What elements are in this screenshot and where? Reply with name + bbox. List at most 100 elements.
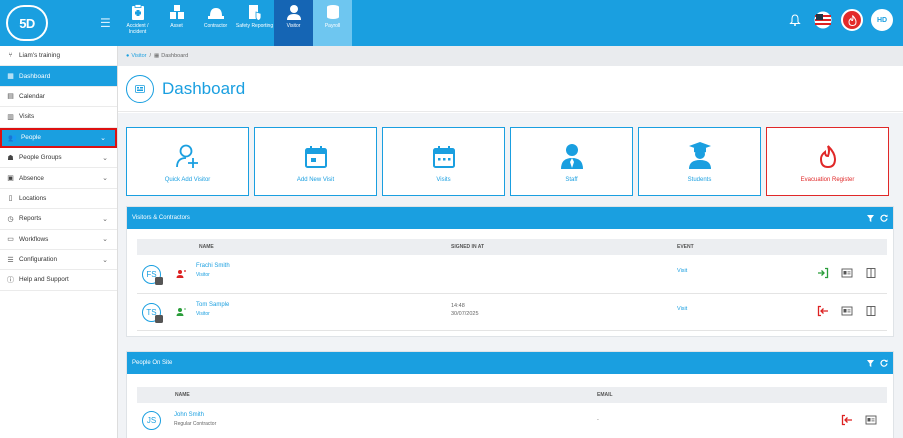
refresh-icon[interactable] [880,359,888,367]
sidebar-item-label: People [21,134,41,142]
people-icon: 👥 [8,134,17,142]
sidebar-item-people-groups[interactable]: ☗ People Groups ⌄ [0,148,117,169]
chevron-down-icon: ⌄ [100,134,106,142]
notification-bell-icon[interactable] [785,10,805,30]
chevron-down-icon: ⌄ [102,256,108,264]
module-visitor[interactable]: Visitor [274,0,313,46]
details-panel-icon[interactable] [865,267,877,279]
us-flag-icon[interactable] [813,10,833,30]
filter-icon[interactable] [867,214,874,222]
sidebar-item-calendar[interactable]: ▤ Calendar [0,87,117,108]
visitors-contractors-panel: Visitors & Contractors NAME SIGNED IN AT… [126,206,894,337]
sidebar-item-locations[interactable]: ▯ Locations [0,189,117,210]
tile-quick-add-visitor[interactable]: Quick Add Visitor [126,127,249,196]
sidebar-item-visits[interactable]: ▥ Visits [0,107,117,128]
event-link[interactable]: Visit [677,306,687,312]
sign-in-icon[interactable] [817,267,829,279]
module-asset[interactable]: Asset [157,0,196,46]
id-badge-icon [155,315,163,323]
sidebar-item-liams-training[interactable]: ⑂ Liam's training [0,46,117,67]
sidebar-item-label: Absence [19,174,44,182]
module-bar: Accident / Incident Asset Contractor Saf… [118,0,352,46]
page-title: Dashboard [162,78,246,98]
staff-icon [560,143,583,169]
user-avatar[interactable]: HD [871,9,893,31]
safety-icon [248,5,261,21]
tile-staff[interactable]: Staff [510,127,633,196]
module-label: Accident / Incident [126,23,149,35]
sidebar-item-help-and-support[interactable]: ⓘ Help and Support [0,270,117,291]
tile-label: Evacuation Register [800,176,855,183]
table-row: JS John Smith Regular Contractor - [137,405,887,435]
person-green-icon [176,308,186,316]
tile-label: Staff [565,176,578,183]
person-name[interactable]: John Smith [174,412,204,418]
sidebar-item-people[interactable]: 👥 People ⌄ [0,127,117,148]
person-email: - [597,417,599,423]
panel-header: Visitors & Contractors [127,207,893,229]
event-link[interactable]: Visit [677,268,687,274]
tile-label: Students [687,176,712,183]
column-header-event: EVENT [677,244,694,250]
tile-evacuation-register[interactable]: Evacuation Register [766,127,889,196]
module-label: Contractor [203,23,228,29]
column-header-email: EMAIL [597,392,613,398]
tile-label: Visits [436,176,451,183]
person-initials: JS [142,411,161,430]
brand: 5D ☰ [0,0,118,46]
visitor-icon [286,5,301,20]
sidebar-item-label: Reports [19,215,42,223]
table-row: TS Tom Sample Visitor 14:48 30/07/2025 V… [137,294,887,331]
alarm-flame-icon[interactable] [841,9,863,31]
visitor-name[interactable]: Tom Sample [196,302,229,308]
incident-icon [131,4,144,20]
breadcrumb-item-visitor[interactable]: Visitor [131,53,146,59]
filter-icon[interactable] [867,359,874,367]
dashboard-title-icon [126,74,154,103]
students-icon [688,141,711,169]
absence-icon: ▣ [7,175,14,183]
module-payroll[interactable]: Payroll [313,0,352,46]
breadcrumb-separator: / [149,53,152,59]
sign-out-icon[interactable] [817,305,829,317]
person-type: Regular Contractor [174,421,217,427]
tile-visits[interactable]: Visits [382,127,505,196]
menu-toggle-icon[interactable]: ☰ [100,16,111,30]
tile-add-new-visit[interactable]: Add New Visit [254,127,377,196]
dashboard-body: Quick Add Visitor Add New Visit Visits S… [118,113,903,438]
sidebar-item-absence[interactable]: ▣ Absence ⌄ [0,168,117,189]
id-card-icon[interactable] [865,414,877,426]
details-panel-icon[interactable] [865,305,877,317]
header-actions: HD [785,9,893,31]
column-header-signed-in: SIGNED IN AT [451,244,485,250]
sidebar-item-configuration[interactable]: ☰ Configuration ⌄ [0,250,117,271]
panel-title: Visitors & Contractors [132,215,190,221]
module-accident-incident[interactable]: Accident / Incident [118,0,157,46]
asset-icon [169,5,184,19]
sign-out-icon[interactable] [841,414,853,426]
breadcrumb-item-dashboard: Dashboard [161,53,189,59]
sidebar-item-workflows[interactable]: ▭ Workflows ⌄ [0,230,117,250]
sidebar-item-dashboard[interactable]: ▦ Dashboard [0,66,117,87]
id-card-icon[interactable] [841,267,853,279]
refresh-icon[interactable] [880,214,888,222]
module-contractor[interactable]: Contractor [196,0,235,46]
visits-icon: ▥ [7,113,14,121]
visitor-name[interactable]: Frachi Smith [196,263,230,269]
configuration-icon: ☰ [7,256,14,264]
sidebar-item-reports[interactable]: ◷ Reports ⌄ [0,209,117,230]
tile-students[interactable]: Students [638,127,761,196]
signed-in-time: 14:48 [451,303,465,309]
sidebar-item-label: Dashboard [19,72,51,80]
module-safety-reporting[interactable]: Safety Reporting [235,0,274,46]
module-label: Payroll [324,23,341,29]
workflows-icon: ▭ [7,236,14,244]
contractor-icon [207,8,224,19]
module-label: Visitor [286,23,301,29]
app-logo[interactable]: 5D [6,5,48,41]
sidebar-item-label: Configuration [19,256,58,264]
id-card-icon[interactable] [841,305,853,317]
help-icon: ⓘ [7,276,14,284]
person-red-icon [176,270,186,278]
dashboard-icon: ▦ [7,73,14,81]
